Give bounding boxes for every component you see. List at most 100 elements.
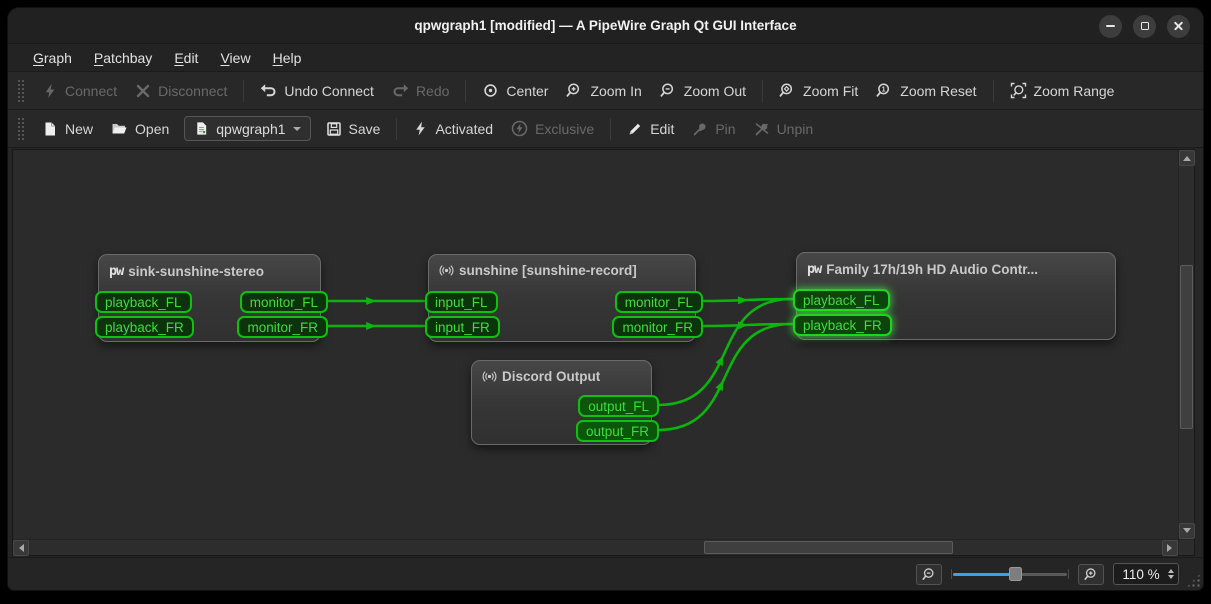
- center-button[interactable]: Center: [473, 77, 557, 104]
- scroll-left-button[interactable]: [13, 540, 29, 556]
- toolbar-drag-handle[interactable]: [17, 79, 25, 103]
- zoom-range-button[interactable]: Zoom Range: [1001, 77, 1124, 104]
- minimize-icon: [1106, 25, 1115, 27]
- zoom-reset-icon: 1: [876, 82, 893, 99]
- horizontal-scroll-track[interactable]: [29, 540, 1162, 555]
- maximize-button[interactable]: [1133, 15, 1156, 38]
- menu-help[interactable]: Help: [262, 47, 313, 69]
- port-monitor_FR[interactable]: monitor_FR: [237, 316, 328, 338]
- pin-button[interactable]: Pin: [683, 116, 744, 142]
- titlebar[interactable]: qpwgraph1 [modified] — A PipeWire Graph …: [8, 8, 1203, 44]
- port-output_FR[interactable]: output_FR: [576, 420, 659, 442]
- connection-edge[interactable]: [702, 299, 792, 301]
- node-title: Discord Output: [502, 369, 600, 384]
- node-sink-sunshine-stereo[interactable]: pw sink-sunshine-stereo playback_FLplaybac…: [98, 254, 321, 342]
- window-title: qpwgraph1 [modified] — A PipeWire Graph …: [8, 8, 1203, 44]
- open-button[interactable]: Open: [102, 115, 178, 142]
- node-discord-output[interactable]: Discord Outputoutput_FLoutput_FR: [471, 360, 652, 445]
- port-input_FR[interactable]: input_FR: [425, 316, 500, 338]
- vertical-scrollbar[interactable]: [1178, 150, 1194, 539]
- node-sunshine[interactable]: sunshine [sunshine-record]input_FLinput_…: [428, 254, 696, 342]
- zoom-fit-button[interactable]: Zoom Fit: [770, 77, 867, 104]
- scroll-down-button[interactable]: [1179, 523, 1195, 539]
- resize-grip[interactable]: [1186, 573, 1201, 588]
- port-playback_FR[interactable]: playback_FR: [95, 316, 194, 338]
- redo-icon: [392, 82, 409, 99]
- exclusive-button[interactable]: Exclusive: [502, 115, 603, 142]
- edit-pencil-icon: [627, 121, 643, 137]
- minimize-button[interactable]: [1099, 15, 1122, 38]
- port-playback_FR[interactable]: playback_FR: [793, 314, 892, 336]
- center-icon: [482, 82, 499, 99]
- toolbar-separator: [465, 80, 466, 102]
- statusbar-zoom-out-button[interactable]: [916, 564, 942, 585]
- stream-icon: [439, 263, 454, 278]
- port-monitor_FL[interactable]: monitor_FL: [240, 291, 328, 313]
- zoom-in-icon: [566, 82, 583, 99]
- menu-patchbay[interactable]: Patchbay: [83, 47, 163, 69]
- zoom-in-button[interactable]: Zoom In: [557, 77, 650, 104]
- arrow-down-icon: [1183, 528, 1191, 537]
- menu-graph[interactable]: Graph: [22, 47, 83, 69]
- scroll-up-button[interactable]: [1179, 150, 1195, 166]
- disconnect-icon: [135, 83, 151, 99]
- port-monitor_FR[interactable]: monitor_FR: [612, 316, 703, 338]
- toolbar-separator: [993, 80, 994, 102]
- save-button[interactable]: Save: [317, 116, 390, 142]
- patchbay-select[interactable]: qpwgraph1: [184, 116, 310, 141]
- horizontal-scroll-handle[interactable]: [704, 541, 953, 554]
- node-title: sink-sunshine-stereo: [128, 264, 264, 279]
- pipewire-icon: pw: [109, 263, 123, 279]
- chevron-down-icon: [293, 127, 301, 135]
- undo-connect-button[interactable]: Undo Connect: [251, 77, 383, 104]
- zoom-slider-handle[interactable]: [1009, 567, 1022, 581]
- vertical-scroll-handle[interactable]: [1180, 265, 1193, 429]
- new-button[interactable]: New: [33, 116, 102, 142]
- node-family-audio[interactable]: pwFamily 17h/19h HD Audio Contr...playba…: [796, 252, 1116, 340]
- toolbar-separator: [243, 80, 244, 102]
- toolbar-separator: [762, 80, 763, 102]
- menu-edit[interactable]: Edit: [163, 47, 209, 69]
- graph-canvas-area: pwsink-sunshine-stereoplayback_FLplaybac…: [12, 149, 1195, 556]
- scroll-right-button[interactable]: [1162, 540, 1178, 556]
- spin-up-icon: [1168, 566, 1174, 573]
- zoom-spinbox[interactable]: 110 %: [1113, 563, 1179, 585]
- disconnect-button[interactable]: Disconnect: [126, 78, 236, 104]
- port-playback_FL[interactable]: playback_FL: [793, 289, 890, 311]
- node-title: Family 17h/19h HD Audio Contr...: [826, 262, 1038, 277]
- unpin-button[interactable]: Unpin: [745, 116, 823, 142]
- toolbar-drag-handle[interactable]: [17, 117, 25, 141]
- zoom-slider[interactable]: [951, 566, 1069, 582]
- activated-button[interactable]: Activated: [404, 116, 502, 142]
- port-monitor_FL[interactable]: monitor_FL: [615, 291, 703, 313]
- save-icon: [326, 121, 342, 137]
- edit-button[interactable]: Edit: [618, 116, 683, 142]
- port-playback_FL[interactable]: playback_FL: [95, 291, 192, 313]
- zoom-reset-button[interactable]: 1 Zoom Reset: [867, 77, 985, 104]
- toolbar-main: Connect Disconnect Undo Connect Redo Cen…: [8, 72, 1203, 110]
- graph-canvas[interactable]: pwsink-sunshine-stereoplayback_FLplaybac…: [13, 150, 1178, 539]
- spinbox-arrows[interactable]: [1168, 568, 1178, 580]
- edge-arrow-icon: [738, 296, 748, 304]
- menu-view[interactable]: View: [209, 47, 261, 69]
- zoom-out-icon: [660, 82, 677, 99]
- horizontal-scrollbar[interactable]: [13, 539, 1178, 555]
- close-icon: [1173, 21, 1184, 32]
- unpin-icon: [754, 121, 770, 137]
- port-input_FL[interactable]: input_FL: [425, 291, 498, 313]
- scrollbar-corner: [1178, 539, 1194, 555]
- connection-edge[interactable]: [702, 324, 792, 326]
- close-button[interactable]: [1167, 15, 1190, 38]
- arrow-left-icon: [15, 544, 24, 552]
- arrow-up-icon: [1183, 152, 1191, 161]
- port-output_FL[interactable]: output_FL: [578, 395, 659, 417]
- vertical-scroll-track[interactable]: [1179, 166, 1194, 523]
- connect-button[interactable]: Connect: [33, 78, 126, 104]
- zoom-out-button[interactable]: Zoom Out: [651, 77, 755, 104]
- zoom-slider-fill: [953, 573, 1015, 576]
- open-folder-icon: [111, 120, 128, 137]
- statusbar-zoom-in-button[interactable]: [1078, 564, 1104, 585]
- redo-button[interactable]: Redo: [383, 77, 458, 104]
- edge-arrow-icon: [738, 321, 748, 329]
- edge-arrow-icon: [366, 297, 376, 305]
